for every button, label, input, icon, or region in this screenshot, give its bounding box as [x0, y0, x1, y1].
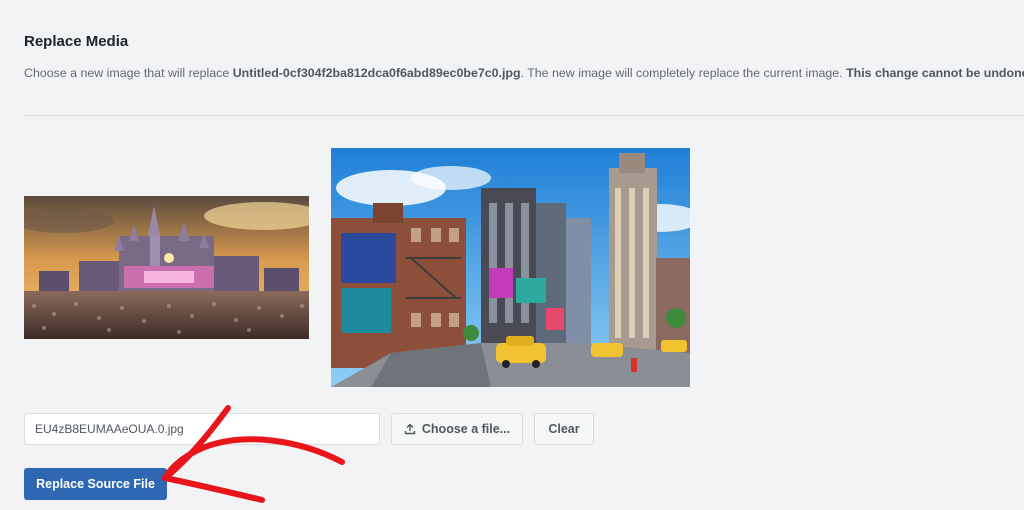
upload-icon — [404, 423, 416, 435]
description-prefix: Choose a new image that will replace — [24, 66, 233, 80]
current-image-preview — [24, 196, 309, 339]
description-middle: . The new image will completely replace … — [520, 66, 847, 80]
selected-file-input[interactable] — [24, 413, 380, 445]
replace-description: Choose a new image that will replace Unt… — [24, 66, 1024, 80]
undo-warning: This change cannot be undone. — [846, 66, 1024, 80]
new-image-preview — [331, 148, 690, 387]
section-divider — [24, 115, 1024, 116]
page-title: Replace Media — [24, 33, 129, 50]
replace-media-page: Replace Media Choose a new image that wi… — [0, 0, 1024, 510]
replace-source-file-button[interactable]: Replace Source File — [24, 468, 167, 500]
choose-file-label: Choose a file... — [421, 422, 511, 436]
choose-file-button[interactable]: Choose a file... — [391, 413, 523, 445]
current-filename: Untitled-0cf304f2ba812dca0f6abd89ec0be7c… — [232, 66, 521, 80]
current-image-graphic — [24, 196, 309, 339]
clear-button[interactable]: Clear — [534, 413, 594, 445]
new-image-graphic — [331, 148, 690, 387]
